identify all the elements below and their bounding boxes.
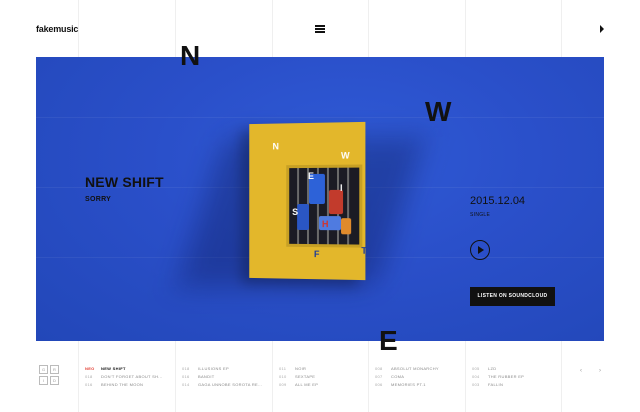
album-letter: E xyxy=(307,170,314,181)
release-title: NEW SHIFT xyxy=(85,174,164,190)
track-item[interactable]: 007 COMA xyxy=(375,374,439,382)
track-item[interactable]: 018 DON'T FORGET ABOUT SH... xyxy=(85,374,163,382)
play-button[interactable] xyxy=(470,240,490,260)
track-item[interactable]: 016 BEHIND THE MOON xyxy=(85,382,163,390)
album-letter: H xyxy=(321,219,329,230)
listen-soundcloud-button[interactable]: LISTEN ON SOUNDCLOUD xyxy=(470,287,555,306)
album-letter: F xyxy=(313,249,320,260)
album-cover[interactable]: N W E I S H F T xyxy=(249,121,367,281)
track-column: 018 ILLUSIONS EP 016 BANDIT 014 GAGA UNNOBE… xyxy=(182,366,262,390)
decor-letter-e: E xyxy=(379,325,398,356)
hero-banner: NEW SHIFT SORRY N W E I S H F T 2015.12.… xyxy=(36,57,604,341)
release-artist: SORRY xyxy=(85,196,112,203)
track-item[interactable]: 018 ILLUSIONS EP xyxy=(182,366,262,374)
release-date: 2015.12.04 xyxy=(470,195,526,207)
album-letter: N xyxy=(272,141,279,152)
track-item[interactable]: 011 NOIR xyxy=(279,366,318,374)
track-column: 011 NOIR 010 SEXTAPE 009 ALL ME EP xyxy=(279,366,318,390)
decor-letter-n: N xyxy=(180,40,201,71)
next-arrow-icon[interactable] xyxy=(600,25,604,33)
track-item[interactable]: 004 THE RUBBER EP xyxy=(472,374,524,382)
track-item[interactable]: 005 LZD xyxy=(472,366,524,374)
menu-icon[interactable] xyxy=(315,25,325,33)
track-item[interactable]: 016 BANDIT xyxy=(182,374,262,382)
logo[interactable]: fakemusic xyxy=(36,24,78,34)
decor-letter-w: W xyxy=(425,96,452,127)
track-item[interactable]: 003 FALLIN xyxy=(472,382,524,390)
album-letter: T xyxy=(361,245,367,256)
prev-page-icon[interactable]: ‹ xyxy=(580,368,582,374)
track-item[interactable]: NEO NEW SHIFT xyxy=(85,366,163,374)
grid-view-icon[interactable]: G R I D xyxy=(39,365,59,385)
track-column: 008 ABSOLUT MONARCHY 007 COMA 006 MEMORIES … xyxy=(375,366,439,390)
album-letter: W xyxy=(341,150,350,161)
track-column: 005 LZD 004 THE RUBBER EP 003 FALLIN xyxy=(472,366,524,390)
track-item[interactable]: 014 GAGA UNNOBE SOROTA RE... xyxy=(182,382,262,390)
track-item[interactable]: 010 SEXTAPE xyxy=(279,374,318,382)
track-item[interactable]: 008 ABSOLUT MONARCHY xyxy=(375,366,439,374)
album-letter: I xyxy=(340,182,343,193)
track-column: NEO NEW SHIFT 018 DON'T FORGET ABOUT SH...… xyxy=(85,366,163,390)
album-letter: S xyxy=(292,206,299,217)
release-type: SINGLE xyxy=(470,212,491,218)
track-item[interactable]: 006 MEMORIES PT.1 xyxy=(375,382,439,390)
next-page-icon[interactable]: › xyxy=(599,368,601,374)
track-item[interactable]: 009 ALL ME EP xyxy=(279,382,318,390)
